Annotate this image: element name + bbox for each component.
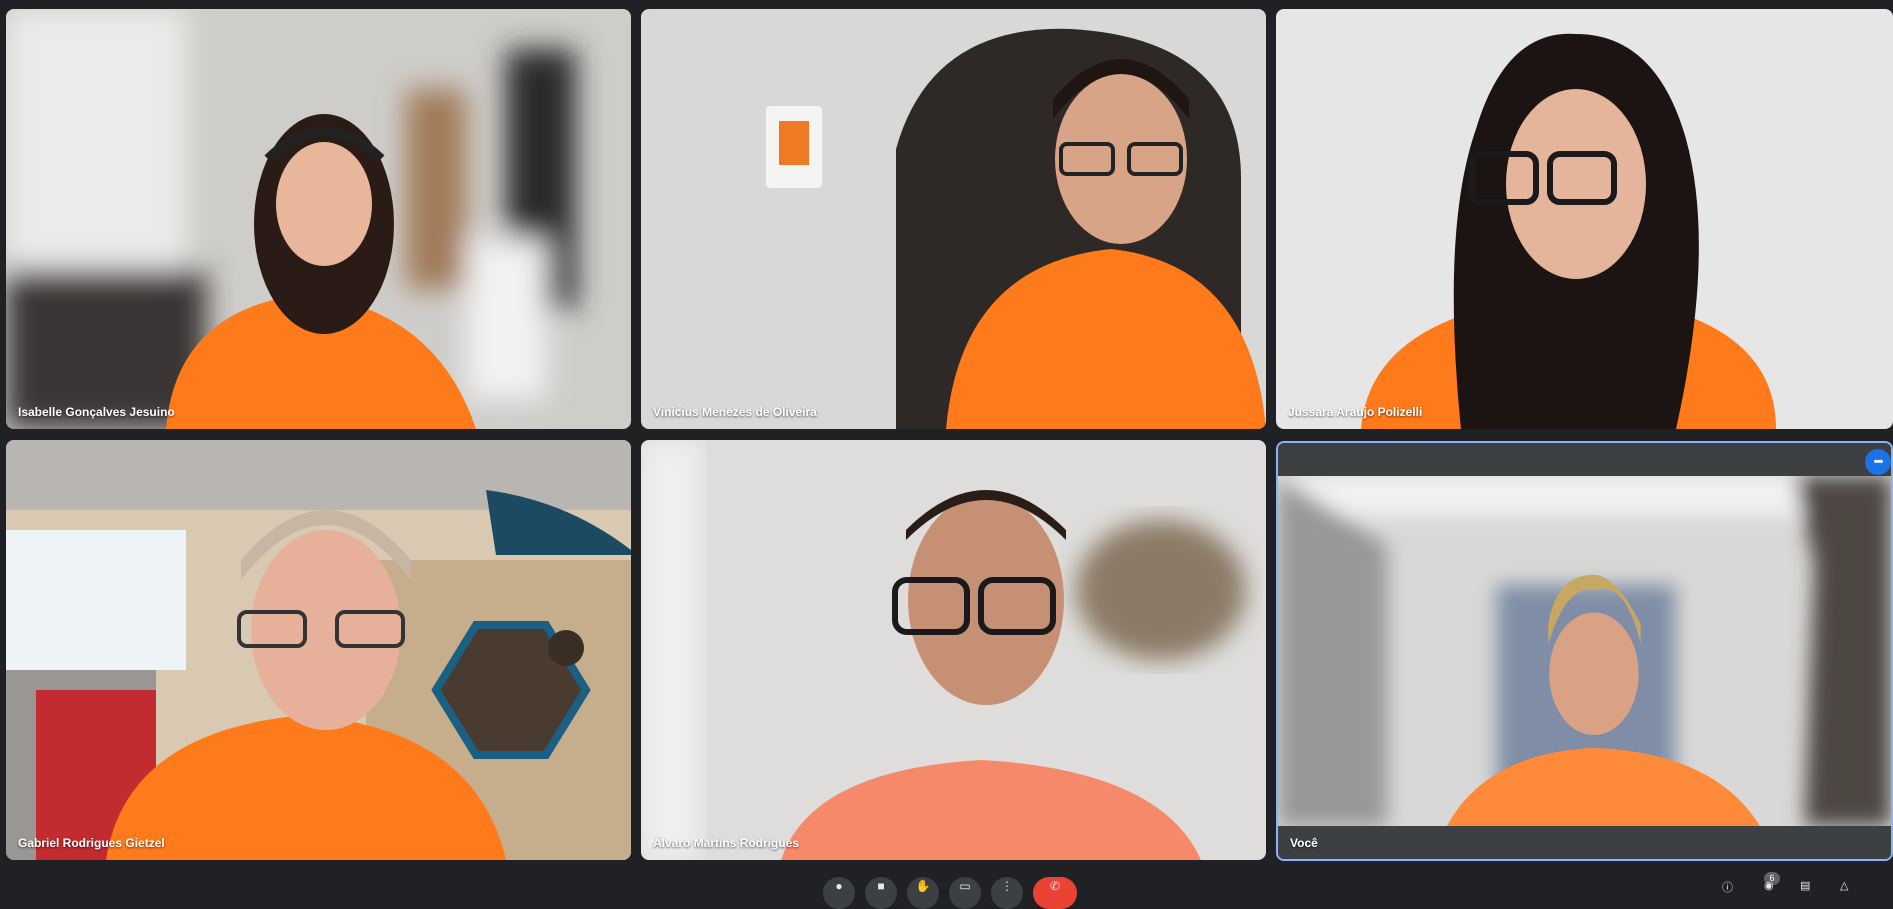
self-tile[interactable]: ••• Você	[1276, 441, 1893, 861]
people-icon[interactable]: ◉	[1764, 879, 1774, 892]
participant-name: Isabelle Gonçalves Jesuino	[18, 405, 175, 419]
present-icon[interactable]: ▭	[949, 877, 981, 909]
mic-icon[interactable]: ●	[823, 877, 855, 909]
participant-name: Jussara Araujo Polizelli	[1288, 405, 1423, 419]
self-tile-top-bar	[1278, 443, 1891, 476]
self-video	[1278, 476, 1891, 826]
participant-video	[641, 440, 1266, 860]
participant-video	[1276, 9, 1893, 429]
participant-tile[interactable]: Jussara Araujo Polizelli	[1276, 9, 1893, 429]
end-call-icon[interactable]: ✆	[1033, 877, 1077, 909]
participant-video	[641, 9, 1266, 429]
camera-icon[interactable]: ■	[865, 877, 897, 909]
chat-icon[interactable]: ▤	[1800, 879, 1810, 892]
info-icon[interactable]: ⓘ	[1722, 879, 1733, 895]
participant-tile[interactable]: Gabriel Rodrigues Gietzel	[6, 440, 631, 860]
participant-name: Álvaro Martins Rodrigues	[653, 836, 800, 850]
more-horiz-icon[interactable]: •••	[1865, 449, 1891, 475]
participant-video	[6, 440, 631, 860]
meeting-controls-bar: ● ■ ✋ ▭ ⋮ ✆ ⓘ 6 ◉ ▤ △	[0, 870, 1893, 909]
participant-tile[interactable]: Vinicius Menezes de Oliveira	[641, 9, 1266, 429]
hand-icon[interactable]: ✋	[907, 877, 939, 909]
more-vert-icon[interactable]: ⋮	[991, 877, 1023, 909]
participant-video	[6, 9, 631, 429]
participant-name: Vinicius Menezes de Oliveira	[653, 405, 817, 419]
self-tile-bottom-bar	[1278, 826, 1891, 859]
participant-tile[interactable]: Isabelle Gonçalves Jesuino	[6, 9, 631, 429]
participant-name: Você	[1290, 836, 1318, 850]
video-grid: Isabelle Gonçalves Jesuino Vinicius Mene…	[0, 0, 1893, 870]
participant-name: Gabriel Rodrigues Gietzel	[18, 836, 165, 850]
participant-tile[interactable]: Álvaro Martins Rodrigues	[641, 440, 1266, 860]
activities-icon[interactable]: △	[1840, 879, 1848, 892]
